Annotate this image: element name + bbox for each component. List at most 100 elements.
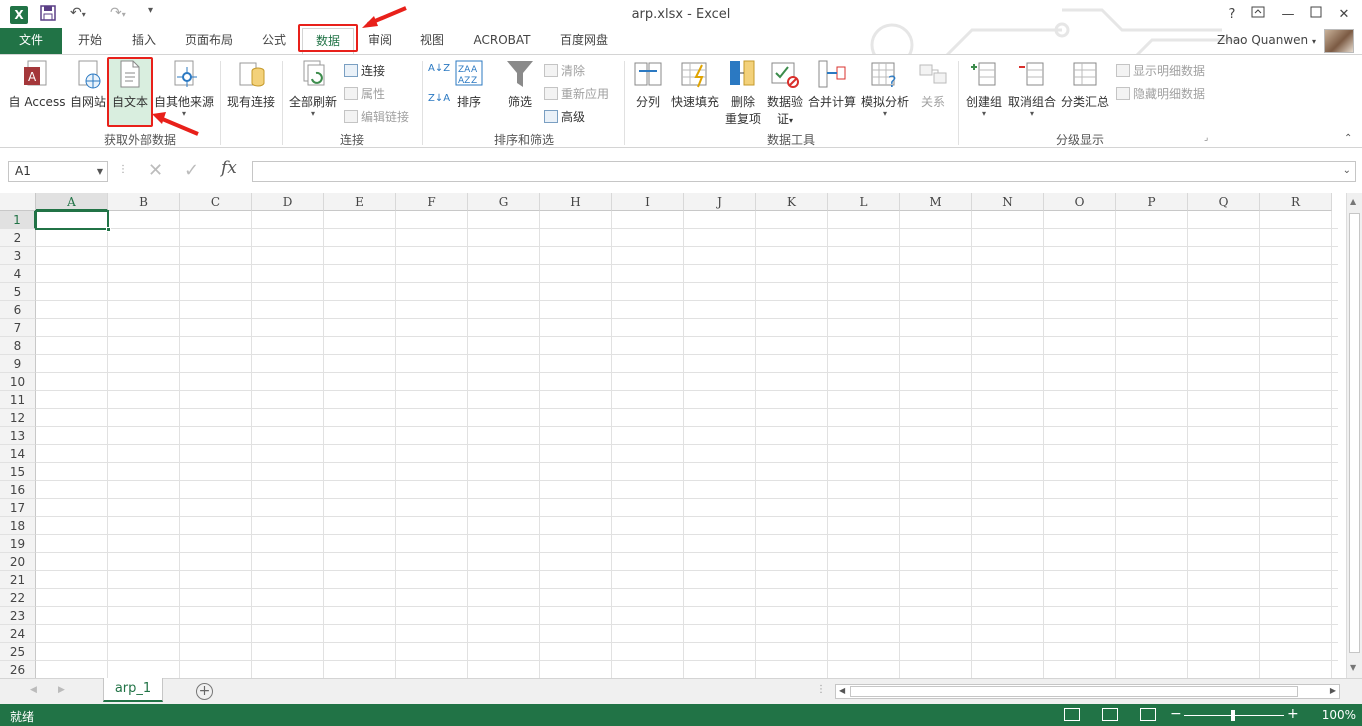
remove-duplicates-button[interactable]: 删除 重复项 — [722, 59, 764, 127]
scroll-left-icon[interactable]: ◀ — [839, 686, 845, 695]
show-detail-button[interactable]: 显示明细数据 — [1116, 62, 1205, 79]
insert-function-icon[interactable]: fx — [221, 158, 237, 178]
clear-filter-button[interactable]: 清除 — [544, 62, 585, 79]
tab-view[interactable]: 视图 — [410, 28, 454, 54]
row-header-22[interactable]: 22 — [0, 589, 36, 607]
row-header-12[interactable]: 12 — [0, 409, 36, 427]
subtotal-button[interactable]: 分类汇总 — [1058, 59, 1112, 110]
ungroup-button[interactable]: 取消组合 ▾ — [1006, 59, 1058, 118]
sheet-tab-arp-1[interactable]: arp_1 — [103, 678, 163, 702]
column-header-d[interactable]: D — [252, 193, 324, 211]
row-header-17[interactable]: 17 — [0, 499, 36, 517]
normal-view-icon[interactable] — [1064, 708, 1080, 721]
column-header-i[interactable]: I — [612, 193, 684, 211]
row-header-8[interactable]: 8 — [0, 337, 36, 355]
row-header-14[interactable]: 14 — [0, 445, 36, 463]
column-header-c[interactable]: C — [180, 193, 252, 211]
row-header-19[interactable]: 19 — [0, 535, 36, 553]
column-header-a[interactable]: A — [36, 193, 108, 211]
row-header-9[interactable]: 9 — [0, 355, 36, 373]
consolidate-button[interactable]: 合并计算 — [806, 59, 858, 110]
scroll-right-icon[interactable]: ▶ — [1330, 686, 1336, 695]
column-header-m[interactable]: M — [900, 193, 972, 211]
enter-icon[interactable]: ✓ — [184, 160, 199, 181]
column-header-j[interactable]: J — [684, 193, 756, 211]
advanced-filter-button[interactable]: 高级 — [544, 108, 585, 125]
edit-links-button[interactable]: 编辑链接 — [344, 108, 409, 125]
row-header-23[interactable]: 23 — [0, 607, 36, 625]
row-header-24[interactable]: 24 — [0, 625, 36, 643]
minimize-icon[interactable]: — — [1274, 4, 1302, 26]
text-to-columns-button[interactable]: 分列 — [630, 59, 666, 110]
page-break-preview-icon[interactable] — [1140, 708, 1156, 721]
tab-insert[interactable]: 插入 — [120, 28, 168, 54]
formula-bar-grip-icon[interactable]: ⋮ — [118, 164, 128, 175]
column-header-b[interactable]: B — [108, 193, 180, 211]
row-header-5[interactable]: 5 — [0, 283, 36, 301]
tab-page-layout[interactable]: 页面布局 — [174, 28, 244, 54]
column-header-k[interactable]: K — [756, 193, 828, 211]
vertical-scrollbar[interactable]: ▲ ▼ — [1346, 193, 1362, 678]
scroll-up-icon[interactable]: ▲ — [1350, 197, 1356, 206]
zoom-slider[interactable] — [1184, 710, 1284, 721]
row-header-21[interactable]: 21 — [0, 571, 36, 589]
next-sheet-icon[interactable]: ▶ — [58, 685, 65, 695]
fill-handle[interactable] — [106, 227, 111, 232]
column-header-e[interactable]: E — [324, 193, 396, 211]
sort-a-to-z-button[interactable]: A↓Z — [428, 63, 450, 74]
maximize-icon[interactable] — [1302, 4, 1330, 26]
help-icon[interactable]: ? — [1218, 4, 1246, 26]
from-text-button[interactable]: 自文本 — [108, 59, 152, 110]
page-layout-view-icon[interactable] — [1102, 708, 1118, 721]
cancel-entry-icon[interactable]: ✕ — [148, 160, 163, 181]
zoom-in-icon[interactable]: + — [1287, 706, 1299, 722]
cell-area[interactable] — [36, 211, 1338, 678]
vertical-scroll-thumb[interactable] — [1349, 213, 1360, 653]
tab-baidu-netdisk[interactable]: 百度网盘 — [552, 28, 616, 54]
tab-home[interactable]: 开始 — [66, 28, 114, 54]
select-all-corner[interactable] — [0, 193, 36, 211]
from-other-sources-button[interactable]: 自其他来源 ▾ — [152, 59, 216, 118]
row-header-11[interactable]: 11 — [0, 391, 36, 409]
row-header-3[interactable]: 3 — [0, 247, 36, 265]
collapse-ribbon-icon[interactable]: ⌃ — [1344, 133, 1352, 144]
name-box[interactable]: A1 ▼ — [8, 161, 108, 182]
hide-detail-button[interactable]: 隐藏明细数据 — [1116, 85, 1205, 102]
column-header-n[interactable]: N — [972, 193, 1044, 211]
user-account[interactable]: Zhao Quanwen ▾ — [1217, 33, 1316, 47]
refresh-all-button[interactable]: 全部刷新 ▾ — [286, 59, 340, 118]
tab-formulas[interactable]: 公式 — [250, 28, 298, 54]
tab-review[interactable]: 审阅 — [358, 28, 402, 54]
add-sheet-icon[interactable]: + — [196, 683, 213, 700]
row-header-20[interactable]: 20 — [0, 553, 36, 571]
column-header-h[interactable]: H — [540, 193, 612, 211]
row-header-10[interactable]: 10 — [0, 373, 36, 391]
split-grip-icon[interactable]: ⋮ — [816, 684, 826, 695]
existing-connections-button[interactable]: 现有连接 — [224, 59, 278, 110]
column-header-p[interactable]: P — [1116, 193, 1188, 211]
horizontal-scroll-thumb[interactable] — [850, 686, 1298, 697]
tab-file[interactable]: 文件 — [0, 28, 62, 54]
row-header-18[interactable]: 18 — [0, 517, 36, 535]
horizontal-scrollbar[interactable]: ◀ ▶ — [835, 684, 1340, 699]
connections-button[interactable]: 连接 — [344, 62, 385, 79]
filter-button[interactable]: 筛选 — [502, 59, 538, 110]
data-validation-button[interactable]: 数据验 证▾ — [764, 59, 806, 127]
what-if-analysis-button[interactable]: ? 模拟分析 ▾ — [858, 59, 912, 118]
formula-input[interactable]: ⌄ — [252, 161, 1356, 182]
row-header-1[interactable]: 1 — [0, 211, 36, 229]
column-header-q[interactable]: Q — [1188, 193, 1260, 211]
from-web-button[interactable]: 自网站 — [66, 59, 110, 110]
expand-formula-bar-icon[interactable]: ⌄ — [1343, 165, 1351, 176]
row-header-7[interactable]: 7 — [0, 319, 36, 337]
row-header-16[interactable]: 16 — [0, 481, 36, 499]
zoom-level[interactable]: 100% — [1322, 708, 1356, 722]
tab-acrobat[interactable]: ACROBAT — [466, 28, 538, 54]
column-header-g[interactable]: G — [468, 193, 540, 211]
column-header-o[interactable]: O — [1044, 193, 1116, 211]
sort-button[interactable]: ZA AZ A Z 排序 — [452, 59, 486, 110]
relationships-button[interactable]: 关系 — [914, 59, 952, 110]
prev-sheet-icon[interactable]: ◀ — [30, 685, 37, 695]
row-header-25[interactable]: 25 — [0, 643, 36, 661]
column-header-l[interactable]: L — [828, 193, 900, 211]
